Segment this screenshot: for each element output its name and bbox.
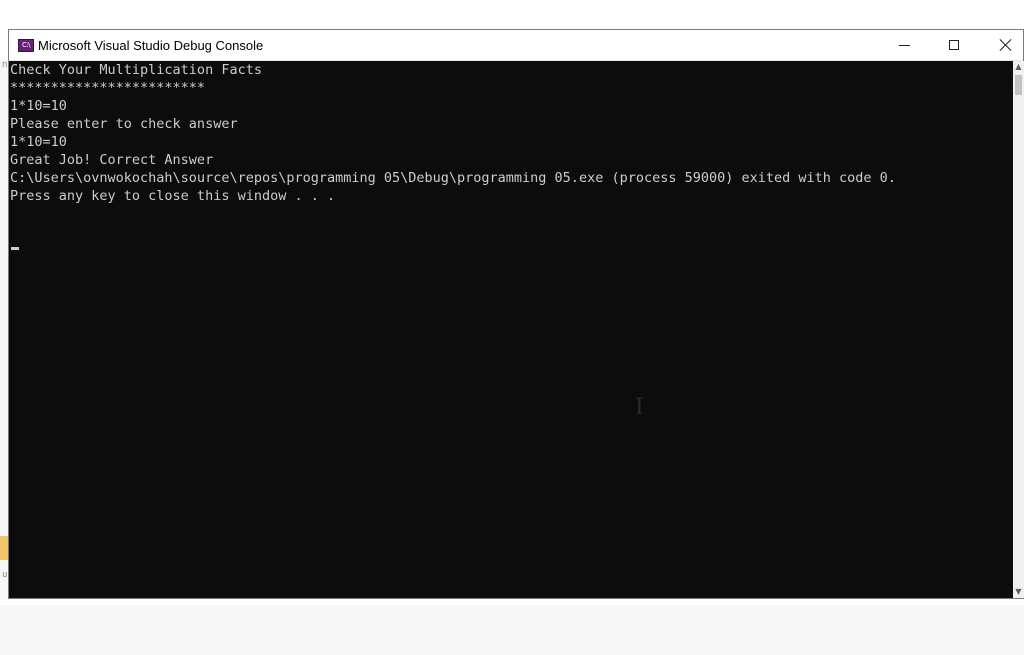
- vertical-scrollbar[interactable]: ▲ ▼: [1013, 61, 1024, 598]
- console-line: Check Your Multiplication Facts: [10, 62, 262, 78]
- text-cursor: [11, 247, 19, 250]
- title-bar[interactable]: C:\ Microsoft Visual Studio Debug Consol…: [9, 30, 1023, 61]
- console-line: 1*10=10: [10, 98, 67, 114]
- window-title: Microsoft Visual Studio Debug Console: [38, 38, 264, 53]
- minimize-button[interactable]: [881, 30, 927, 60]
- minimize-icon: [898, 44, 910, 46]
- scrollbar-thumb[interactable]: [1015, 75, 1022, 95]
- maximize-button[interactable]: [931, 30, 977, 60]
- scroll-up-icon[interactable]: ▲: [1013, 61, 1024, 73]
- console-app-icon: C:\: [18, 39, 34, 52]
- background-taskbar-area: [0, 605, 1024, 655]
- close-icon: [999, 38, 1013, 52]
- console-line: C:\Users\ovnwokochah\source\repos\progra…: [10, 170, 896, 186]
- console-line: Please enter to check answer: [10, 116, 238, 132]
- debug-console-window[interactable]: C:\ Microsoft Visual Studio Debug Consol…: [8, 29, 1024, 599]
- console-line: 1*10=10: [10, 134, 67, 150]
- console-line: Press any key to close this window . . .: [10, 188, 336, 204]
- console-line: ************************: [10, 80, 206, 96]
- console-line: Great Job! Correct Answer: [10, 152, 214, 168]
- close-button[interactable]: [983, 30, 1024, 60]
- scroll-down-icon[interactable]: ▼: [1013, 586, 1024, 598]
- maximize-icon: [949, 40, 959, 50]
- console-output[interactable]: Check Your Multiplication Facts ********…: [9, 61, 1013, 598]
- ibeam-cursor-icon: I: [635, 395, 644, 420]
